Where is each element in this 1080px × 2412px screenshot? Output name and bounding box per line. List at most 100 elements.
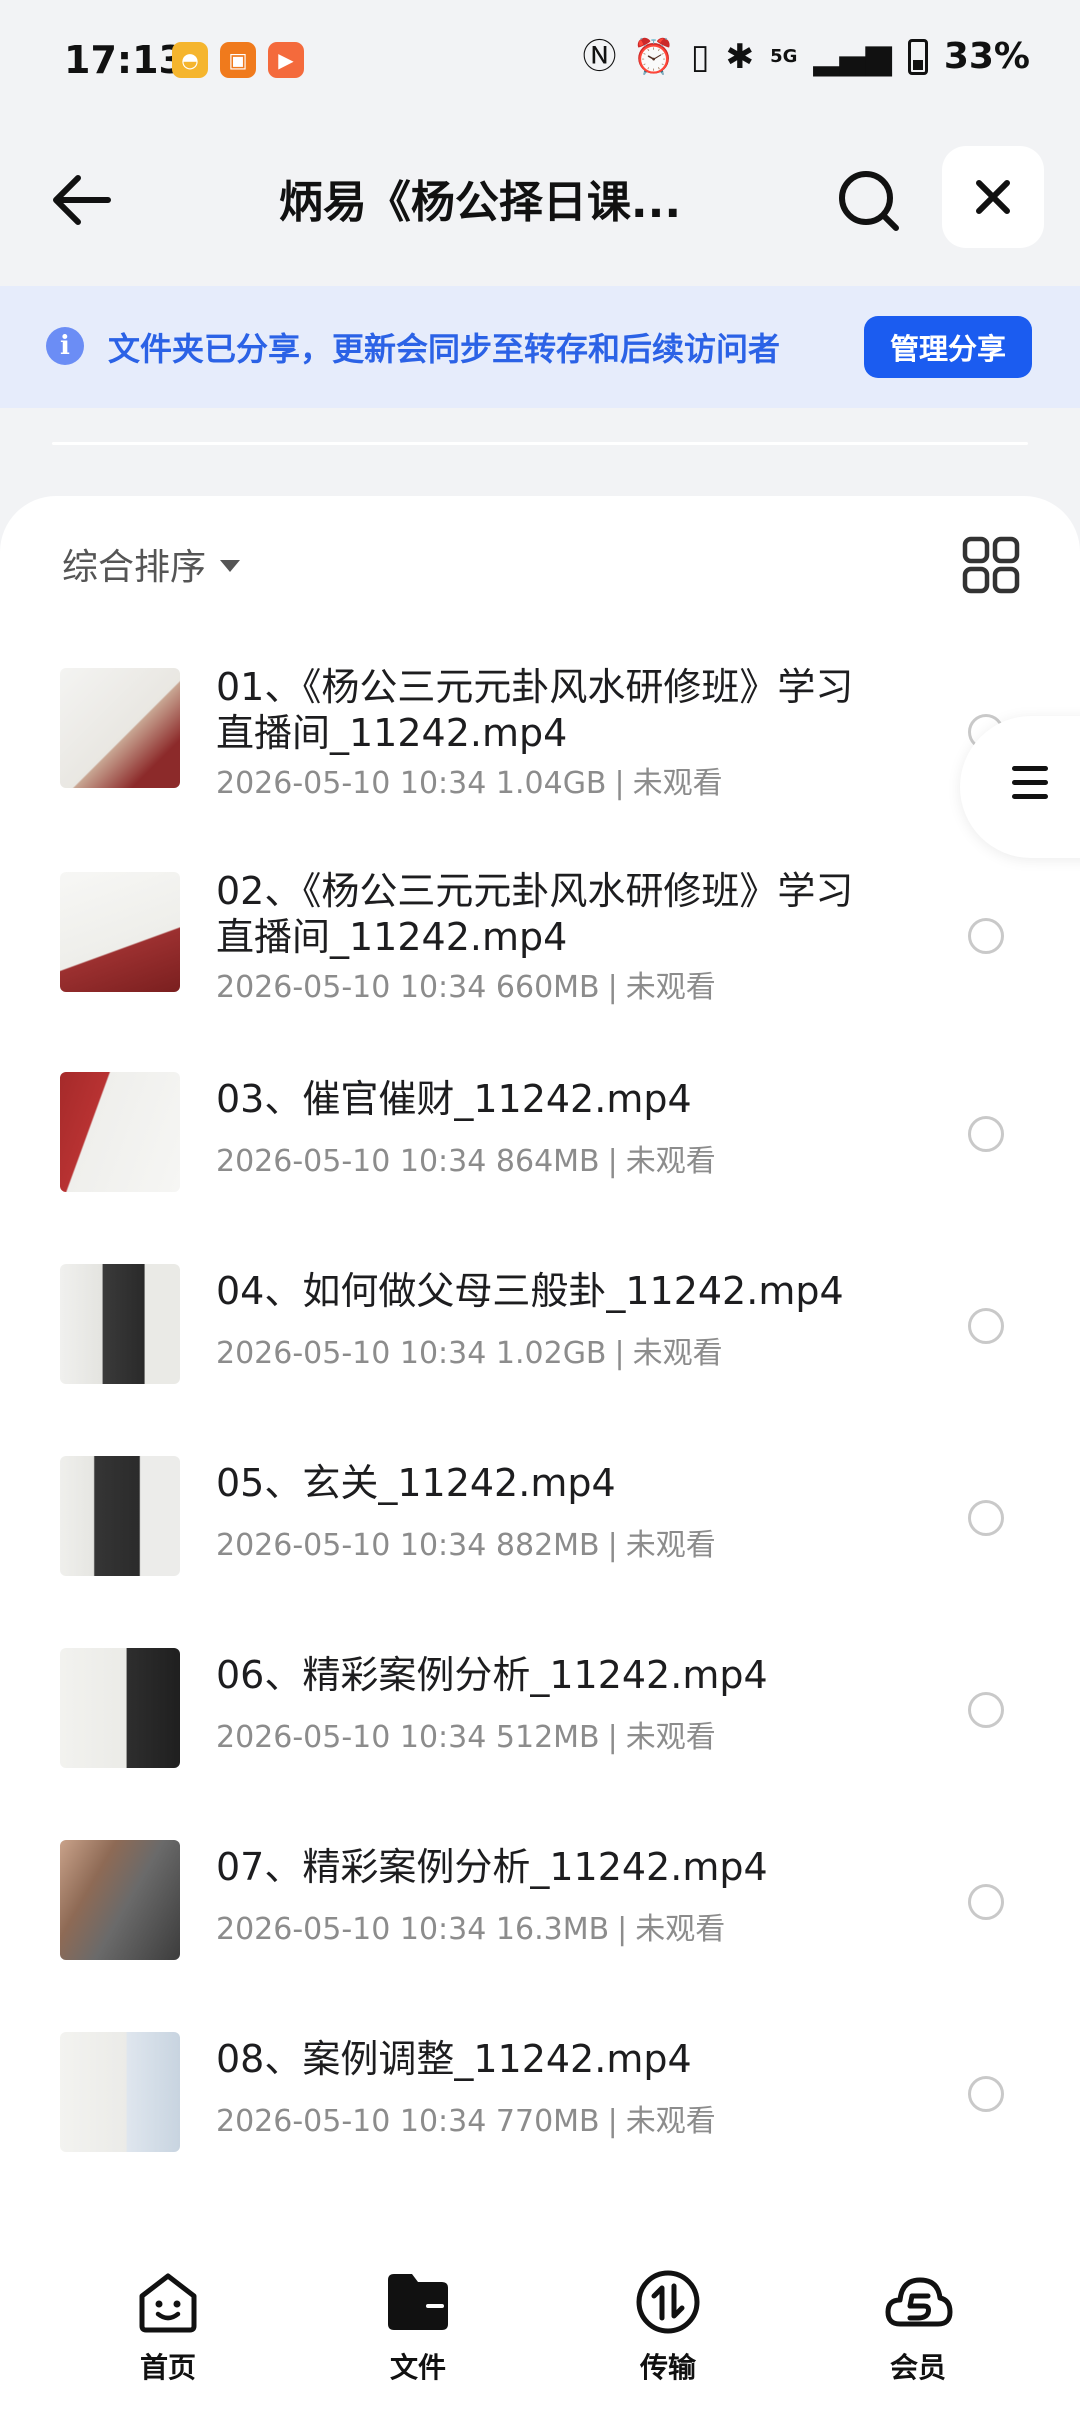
nav-membership[interactable]: 会员 — [838, 2266, 998, 2386]
file-name: 08、案例调整_11242.mp4 — [216, 2037, 692, 2081]
file-date: 2026-05-10 10:34 — [216, 1720, 487, 1755]
file-date: 2026-05-10 10:34 — [216, 1144, 487, 1179]
file-size: 864MB — [495, 1144, 600, 1179]
file-date: 2026-05-10 10:34 — [216, 1912, 487, 1947]
manage-share-button[interactable]: 管理分享 — [864, 316, 1032, 378]
sort-label: 综合排序 — [62, 547, 207, 588]
watch-status: 未观看 — [625, 1720, 716, 1755]
grid-icon — [962, 536, 1020, 594]
status-bar: 17:13 ◓ ▣ ▶ Ⓝ ⏰ ▯ ✱ 5G ▂▄▆ 33% — [0, 0, 1080, 120]
file-name: 07、精彩案例分析_11242.mp4 — [216, 1845, 768, 1889]
select-radio[interactable] — [968, 2076, 1004, 2112]
file-date: 2026-05-10 10:34 — [216, 766, 487, 801]
file-meta: 2026-05-10 10:34 770MB | 未观看 — [216, 2104, 716, 2139]
arrow-left-icon — [53, 175, 111, 225]
file-meta: 2026-05-10 10:34 660MB | 未观看 — [216, 970, 716, 1005]
file-row[interactable]: 06、精彩案例分析_11242.mp4 2026-05-10 10:34 512… — [0, 1648, 1080, 1778]
watch-status: 未观看 — [625, 970, 716, 1005]
bluetooth-icon: ✱ — [725, 36, 755, 77]
file-size: 1.04GB — [495, 766, 607, 801]
file-size: 1.02GB — [495, 1336, 607, 1371]
battery-level: 33% — [943, 36, 1030, 77]
cloud-member-icon — [885, 2277, 953, 2327]
file-size: 660MB — [495, 970, 600, 1005]
file-row[interactable]: 07、精彩案例分析_11242.mp4 2026-05-10 10:34 16.… — [0, 1840, 1080, 1970]
select-radio[interactable] — [968, 1116, 1004, 1152]
close-button[interactable] — [942, 146, 1044, 248]
vibrate-icon: ▯ — [690, 36, 710, 77]
file-row[interactable]: 03、催官催财_11242.mp4 2026-05-10 10:34 864MB… — [0, 1072, 1080, 1202]
watch-status: 未观看 — [635, 1912, 726, 1947]
select-radio[interactable] — [968, 1500, 1004, 1536]
select-radio[interactable] — [968, 1692, 1004, 1728]
share-message: 文件夹已分享，更新会同步至转存和后续访问者 — [108, 330, 781, 368]
video-thumbnail — [60, 1456, 180, 1576]
transfer-icon — [636, 2270, 700, 2334]
close-icon — [976, 180, 1010, 214]
caret-down-icon — [220, 560, 241, 572]
nav-files[interactable]: 文件 — [338, 2266, 498, 2386]
file-name: 05、玄关_11242.mp4 — [216, 1461, 616, 1505]
file-meta: 2026-05-10 10:34 1.02GB | 未观看 — [216, 1336, 723, 1371]
system-icons: Ⓝ ⏰ ▯ ✱ 5G ▂▄▆ 33% — [583, 36, 1031, 77]
video-thumbnail — [60, 1648, 180, 1768]
search-button[interactable] — [830, 160, 910, 240]
file-size: 16.3MB — [495, 1912, 610, 1947]
app-notification-icon: ▣ — [220, 42, 256, 78]
bottom-nav: 首页 文件 传输 会员 — [0, 2230, 1080, 2412]
file-date: 2026-05-10 10:34 — [216, 2104, 487, 2139]
page-title: 炳易《杨公择日课... — [278, 177, 682, 228]
watch-status: 未观看 — [625, 1144, 716, 1179]
watch-status: 未观看 — [632, 1336, 723, 1371]
menu-icon — [1012, 766, 1048, 808]
folder-icon — [388, 2274, 448, 2330]
divider — [52, 442, 1028, 445]
nav-label: 文件 — [389, 2351, 446, 2384]
file-row[interactable]: 01、《杨公三元元卦风水研修班》学习直播间_11242.mp4 2026-05-… — [0, 664, 1080, 824]
file-size: 770MB — [495, 2104, 600, 2139]
file-meta: 2026-05-10 10:34 882MB | 未观看 — [216, 1528, 716, 1563]
file-size: 882MB — [495, 1528, 600, 1563]
video-thumbnail — [60, 872, 180, 992]
watch-status: 未观看 — [632, 766, 723, 801]
file-meta: 2026-05-10 10:34 16.3MB | 未观看 — [216, 1912, 726, 1947]
back-button[interactable] — [44, 160, 124, 240]
nav-transfer[interactable]: 传输 — [588, 2266, 748, 2386]
file-row[interactable]: 02、《杨公三元元卦风水研修班》学习直播间_11242.mp4 2026-05-… — [0, 868, 1080, 1028]
watch-status: 未观看 — [625, 2104, 716, 2139]
select-radio[interactable] — [968, 1884, 1004, 1920]
nav-home[interactable]: 首页 — [88, 2266, 248, 2386]
top-bar: 炳易《杨公择日课... — [0, 140, 1080, 250]
nav-label: 会员 — [889, 2351, 946, 2384]
file-name: 03、催官催财_11242.mp4 — [216, 1077, 692, 1121]
sort-dropdown[interactable]: 综合排序 — [62, 538, 241, 590]
file-list-card: 综合排序 01、《杨公三元元卦风水研修班》学习直播间_11242.mp4 202… — [0, 496, 1080, 2412]
file-date: 2026-05-10 10:34 — [216, 970, 487, 1005]
nfc-icon: Ⓝ — [582, 36, 617, 77]
file-name: 02、《杨公三元元卦风水研修班》学习直播间_11242.mp4 — [216, 869, 854, 959]
video-thumbnail — [60, 1840, 180, 1960]
notification-icons: ◓ ▣ ▶ — [172, 42, 304, 78]
info-icon: i — [46, 327, 84, 365]
select-radio[interactable] — [968, 918, 1004, 954]
file-date: 2026-05-10 10:34 — [216, 1528, 487, 1563]
file-row[interactable]: 04、如何做父母三般卦_11242.mp4 2026-05-10 10:34 1… — [0, 1264, 1080, 1394]
video-thumbnail — [60, 2032, 180, 2152]
search-icon — [839, 171, 899, 231]
file-meta: 2026-05-10 10:34 512MB | 未观看 — [216, 1720, 716, 1755]
battery-icon — [907, 38, 928, 75]
video-thumbnail — [60, 668, 180, 788]
app-notification-icon: ◓ — [172, 42, 208, 78]
home-face-icon — [139, 2273, 197, 2333]
file-name: 04、如何做父母三般卦_11242.mp4 — [216, 1269, 844, 1313]
video-thumbnail — [60, 1072, 180, 1192]
file-name: 01、《杨公三元元卦风水研修班》学习直播间_11242.mp4 — [216, 665, 854, 755]
nav-label: 传输 — [639, 2351, 696, 2384]
file-row[interactable]: 08、案例调整_11242.mp4 2026-05-10 10:34 770MB… — [0, 2032, 1080, 2162]
grid-view-button[interactable] — [962, 536, 1020, 594]
nav-label: 首页 — [139, 2351, 196, 2384]
file-row[interactable]: 05、玄关_11242.mp4 2026-05-10 10:34 882MB | 未… — [0, 1456, 1080, 1586]
file-meta: 2026-05-10 10:34 1.04GB | 未观看 — [216, 766, 723, 801]
watch-status: 未观看 — [625, 1528, 716, 1563]
select-radio[interactable] — [968, 1308, 1004, 1344]
